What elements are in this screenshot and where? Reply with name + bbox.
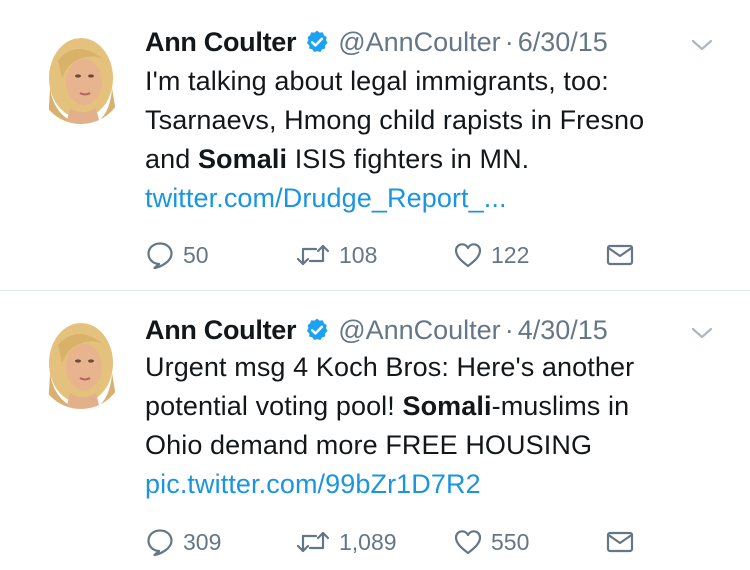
reply-count: 50 bbox=[183, 241, 209, 268]
like-count: 550 bbox=[491, 528, 530, 555]
like-count: 122 bbox=[491, 241, 530, 268]
text-line: I'm talking about legal immigrants, too: bbox=[145, 62, 738, 101]
text-line: potential voting pool! Somali-muslims in bbox=[145, 387, 738, 426]
retweet-button[interactable]: 1,089 bbox=[295, 525, 397, 559]
tweet-link[interactable]: twitter.com/Drudge_Report_... bbox=[145, 179, 738, 218]
reply-icon bbox=[145, 240, 175, 270]
tweet-text: Urgent msg 4 Koch Bros: Here's another p… bbox=[145, 348, 738, 504]
highlighted-keyword: Somali bbox=[402, 391, 492, 421]
tweet-link[interactable]: pic.twitter.com/99bZr1D7R2 bbox=[145, 465, 738, 504]
tweet-actions: 309 1,089 550 bbox=[145, 525, 645, 559]
like-button[interactable]: 550 bbox=[453, 525, 529, 559]
retweet-count: 108 bbox=[339, 241, 378, 268]
text-segment: -muslims in bbox=[491, 391, 630, 421]
heart-icon bbox=[453, 240, 483, 270]
reply-button[interactable]: 309 bbox=[145, 525, 221, 559]
separator-dot: · bbox=[504, 26, 514, 57]
tweet[interactable]: Ann Coulter @AnnCoulter · 4/30/15 Urgent… bbox=[0, 291, 750, 570]
reply-button[interactable]: 50 bbox=[145, 238, 209, 272]
tweet[interactable]: Ann Coulter @AnnCoulter · 6/30/15 I'm ta… bbox=[0, 0, 750, 291]
chevron-down-icon[interactable] bbox=[690, 31, 714, 51]
author-name[interactable]: Ann Coulter bbox=[145, 315, 296, 346]
tweet-header: Ann Coulter @AnnCoulter · 6/30/15 bbox=[145, 25, 730, 59]
envelope-icon bbox=[605, 240, 635, 270]
heart-icon bbox=[453, 527, 483, 557]
tweet-feed: Ann Coulter @AnnCoulter · 6/30/15 I'm ta… bbox=[0, 0, 750, 570]
verified-badge-icon bbox=[304, 317, 330, 343]
text-line: Tsarnaevs, Hmong child rapists in Fresno bbox=[145, 101, 738, 140]
tweet-date[interactable]: 6/30/15 bbox=[518, 27, 608, 58]
reply-icon bbox=[145, 527, 175, 557]
text-segment: and bbox=[145, 144, 198, 174]
envelope-icon bbox=[605, 527, 635, 557]
avatar[interactable] bbox=[38, 323, 124, 409]
text-line: Urgent msg 4 Koch Bros: Here's another bbox=[145, 348, 738, 387]
direct-message-button[interactable] bbox=[605, 525, 635, 559]
direct-message-button[interactable] bbox=[605, 238, 635, 272]
tweet-actions: 50 108 122 bbox=[145, 238, 645, 272]
author-handle[interactable]: @AnnCoulter bbox=[338, 27, 501, 58]
retweet-button[interactable]: 108 bbox=[295, 238, 377, 272]
text-segment: potential voting pool! bbox=[145, 391, 403, 421]
like-button[interactable]: 122 bbox=[453, 238, 529, 272]
retweet-icon bbox=[295, 527, 331, 557]
text-segment: ISIS fighters in MN. bbox=[287, 144, 530, 174]
separator-dot: · bbox=[504, 314, 514, 345]
highlighted-keyword: Somali bbox=[197, 144, 288, 174]
avatar[interactable] bbox=[38, 38, 124, 124]
author-handle[interactable]: @AnnCoulter bbox=[338, 315, 501, 346]
author-name[interactable]: Ann Coulter bbox=[145, 27, 296, 58]
reply-count: 309 bbox=[183, 528, 222, 555]
text-segment: Urgent msg 4 Koch Bros: Here's another bbox=[145, 352, 635, 382]
text-segment: Ohio demand more FREE HOUSING bbox=[145, 430, 593, 460]
tweet-date[interactable]: 4/30/15 bbox=[518, 315, 608, 346]
tweet-text: I'm talking about legal immigrants, too:… bbox=[145, 62, 738, 218]
retweet-icon bbox=[295, 240, 331, 270]
text-line: and Somali ISIS fighters in MN. bbox=[145, 140, 738, 179]
text-segment: Tsarnaevs, Hmong child rapists in Fresno bbox=[145, 105, 645, 135]
text-segment: I'm talking about legal immigrants, too: bbox=[145, 66, 609, 96]
chevron-down-icon[interactable] bbox=[690, 319, 714, 339]
text-line: Ohio demand more FREE HOUSING bbox=[145, 426, 738, 465]
retweet-count: 1,089 bbox=[339, 528, 397, 555]
verified-badge-icon bbox=[304, 29, 330, 55]
tweet-header: Ann Coulter @AnnCoulter · 4/30/15 bbox=[145, 313, 730, 347]
